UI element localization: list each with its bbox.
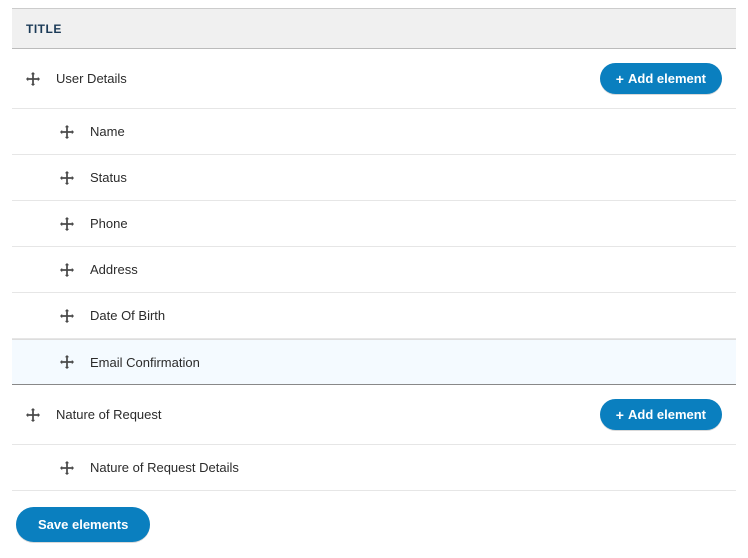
element-label: Phone (90, 216, 722, 231)
add-element-button[interactable]: + Add element (600, 399, 722, 430)
add-element-label: Add element (628, 71, 706, 86)
element-row-address[interactable]: Address (12, 247, 736, 293)
element-label: Nature of Request Details (90, 460, 722, 475)
section-row-user-details[interactable]: User Details + Add element (12, 49, 736, 109)
section-row-nature-of-request[interactable]: Nature of Request + Add element (12, 385, 736, 445)
section-label: Nature of Request (56, 407, 600, 422)
element-row-email-confirmation[interactable]: Email Confirmation (12, 339, 736, 385)
move-icon[interactable] (60, 461, 74, 475)
move-icon[interactable] (26, 408, 40, 422)
column-title: TITLE (26, 22, 62, 36)
move-icon[interactable] (60, 309, 74, 323)
footer: Save elements (12, 491, 736, 550)
move-icon[interactable] (60, 125, 74, 139)
element-label: Email Confirmation (90, 355, 722, 370)
element-row-dob[interactable]: Date Of Birth (12, 293, 736, 339)
move-icon[interactable] (26, 72, 40, 86)
element-label: Name (90, 124, 722, 139)
element-label: Date Of Birth (90, 308, 722, 323)
section-label: User Details (56, 71, 600, 86)
element-row-nature-of-request-details[interactable]: Nature of Request Details (12, 445, 736, 491)
element-label: Status (90, 170, 722, 185)
element-row-status[interactable]: Status (12, 155, 736, 201)
move-icon[interactable] (60, 171, 74, 185)
plus-icon: + (616, 408, 624, 422)
move-icon[interactable] (60, 217, 74, 231)
move-icon[interactable] (60, 355, 74, 369)
element-label: Address (90, 262, 722, 277)
element-row-name[interactable]: Name (12, 109, 736, 155)
save-elements-button[interactable]: Save elements (16, 507, 150, 542)
move-icon[interactable] (60, 263, 74, 277)
element-row-phone[interactable]: Phone (12, 201, 736, 247)
add-element-label: Add element (628, 407, 706, 422)
add-element-button[interactable]: + Add element (600, 63, 722, 94)
plus-icon: + (616, 72, 624, 86)
table-header: TITLE (12, 8, 736, 49)
